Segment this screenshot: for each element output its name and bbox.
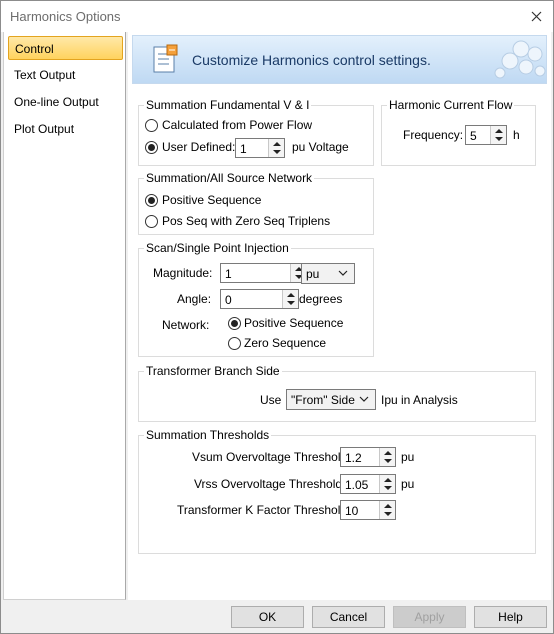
sidebar-item-plot-output[interactable]: Plot Output bbox=[8, 117, 123, 141]
pos-seq-zero-triplens-radio[interactable] bbox=[145, 215, 158, 228]
magnitude-label: Magnitude: bbox=[153, 266, 213, 280]
harmonic-unit: h bbox=[513, 128, 520, 142]
summation-network-group: Summation/All Source Network Positive Se… bbox=[138, 171, 374, 235]
scan-injection-group: Scan/Single Point Injection Magnitude: 1… bbox=[138, 241, 374, 357]
dropdown-value: "From" Side bbox=[291, 393, 355, 407]
spinner-value: 1.05 bbox=[345, 478, 369, 492]
group-legend: Summation Fundamental V & I bbox=[144, 98, 312, 112]
sidebar-item-one-line-output[interactable]: One-line Output bbox=[8, 90, 123, 114]
sidebar: Control Text Output One-line Output Plot… bbox=[3, 32, 126, 600]
user-defined-radio[interactable] bbox=[145, 141, 158, 154]
transformer-branch-side-group: Transformer Branch Side Use "From" Side … bbox=[138, 364, 536, 422]
group-legend: Summation/All Source Network bbox=[144, 171, 315, 185]
vsum-threshold-spinner[interactable]: 1.2 bbox=[340, 447, 396, 467]
pos-seq-zero-triplens-label: Pos Seq with Zero Seq Triplens bbox=[162, 214, 331, 228]
injection-positive-sequence-label: Positive Sequence bbox=[244, 316, 344, 330]
banner-text: Customize Harmonics control settings. bbox=[192, 52, 431, 68]
injection-zero-sequence-label: Zero Sequence bbox=[244, 336, 327, 350]
spinner-arrows[interactable] bbox=[379, 448, 395, 466]
magnitude-unit-dropdown[interactable]: pu bbox=[301, 263, 355, 284]
window-title: Harmonics Options bbox=[10, 9, 121, 24]
vrss-unit: pu bbox=[401, 477, 415, 491]
spinner-value: 1 bbox=[225, 267, 232, 281]
frequency-label: Frequency: bbox=[403, 128, 464, 142]
group-legend: Scan/Single Point Injection bbox=[144, 241, 291, 255]
spinner-value: 5 bbox=[470, 129, 477, 143]
sidebar-item-label: Plot Output bbox=[14, 122, 75, 136]
spinner-value: 10 bbox=[345, 504, 359, 518]
spinner-arrows[interactable] bbox=[379, 475, 395, 493]
close-icon bbox=[531, 11, 541, 22]
close-button[interactable] bbox=[519, 1, 553, 32]
content-panel: Customize Harmonics control settings. Su… bbox=[128, 32, 551, 600]
branch-side-dropdown[interactable]: "From" Side bbox=[286, 389, 376, 410]
chevron-down-icon bbox=[359, 396, 369, 402]
pu-voltage-unit: pu Voltage bbox=[292, 140, 349, 154]
group-legend: Harmonic Current Flow bbox=[387, 98, 515, 112]
positive-sequence-radio[interactable] bbox=[145, 194, 158, 207]
settings-document-icon bbox=[153, 44, 178, 73]
k-factor-threshold-spinner[interactable]: 10 bbox=[340, 500, 396, 520]
group-legend: Summation Thresholds bbox=[144, 428, 272, 442]
apply-button[interactable]: Apply bbox=[393, 606, 466, 628]
use-label: Use bbox=[260, 393, 282, 407]
dropdown-value: pu bbox=[306, 267, 320, 281]
user-defined-voltage-spinner[interactable]: 1 bbox=[235, 138, 285, 158]
sidebar-item-text-output[interactable]: Text Output bbox=[8, 63, 123, 87]
summation-fundamental-group: Summation Fundamental V & I Calculated f… bbox=[138, 98, 374, 166]
calculated-from-power-flow-radio[interactable] bbox=[145, 119, 158, 132]
injection-zero-sequence-radio[interactable] bbox=[228, 337, 241, 350]
magnitude-spinner[interactable]: 1 bbox=[220, 263, 307, 283]
vsum-unit: pu bbox=[401, 450, 415, 464]
network-label: Network: bbox=[162, 318, 210, 332]
spinner-arrows[interactable] bbox=[490, 126, 506, 144]
spinner-value: 1.2 bbox=[345, 451, 362, 465]
spinner-value: 0 bbox=[225, 293, 232, 307]
summation-thresholds-group: Summation Thresholds Vsum Overvoltage Th… bbox=[138, 428, 536, 554]
sidebar-item-control[interactable]: Control bbox=[8, 36, 123, 60]
cancel-button[interactable]: Cancel bbox=[312, 606, 385, 628]
header-banner: Customize Harmonics control settings. bbox=[132, 35, 547, 84]
spinner-arrows[interactable] bbox=[379, 501, 395, 519]
vsum-threshold-label: Vsum Overvoltage Threshold: bbox=[192, 450, 351, 464]
spinner-value: 1 bbox=[240, 142, 247, 156]
injection-positive-sequence-radio[interactable] bbox=[228, 317, 241, 330]
ipu-in-analysis-label: Ipu in Analysis bbox=[381, 393, 458, 407]
harmonic-current-flow-group: Harmonic Current Flow Frequency: 5 h bbox=[381, 98, 536, 166]
vrss-threshold-label: Vrss Overvoltage Threshold: bbox=[194, 477, 346, 491]
ok-button[interactable]: OK bbox=[231, 606, 304, 628]
spinner-arrows[interactable] bbox=[282, 290, 298, 308]
frequency-spinner[interactable]: 5 bbox=[465, 125, 507, 145]
positive-sequence-label: Positive Sequence bbox=[162, 193, 262, 207]
user-defined-label: User Defined: bbox=[162, 140, 236, 154]
angle-spinner[interactable]: 0 bbox=[220, 289, 299, 309]
angle-label: Angle: bbox=[177, 292, 212, 306]
group-legend: Transformer Branch Side bbox=[144, 364, 282, 378]
sidebar-item-label: One-line Output bbox=[14, 95, 99, 109]
angle-unit: degrees bbox=[299, 292, 343, 306]
help-button[interactable]: Help bbox=[474, 606, 547, 628]
vrss-threshold-spinner[interactable]: 1.05 bbox=[340, 474, 396, 494]
spinner-arrows[interactable] bbox=[268, 139, 284, 157]
harmonics-options-dialog: Harmonics Options Control Text Output On… bbox=[0, 0, 554, 634]
k-factor-threshold-label: Transformer K Factor Threshold: bbox=[177, 503, 351, 517]
decorative-bubbles-icon bbox=[494, 40, 546, 79]
sidebar-item-label: Text Output bbox=[14, 68, 76, 82]
title-bar: Harmonics Options bbox=[1, 1, 553, 32]
chevron-down-icon bbox=[338, 270, 348, 276]
sidebar-item-label: Control bbox=[15, 42, 54, 56]
calculated-from-power-flow-label: Calculated from Power Flow bbox=[162, 118, 313, 132]
